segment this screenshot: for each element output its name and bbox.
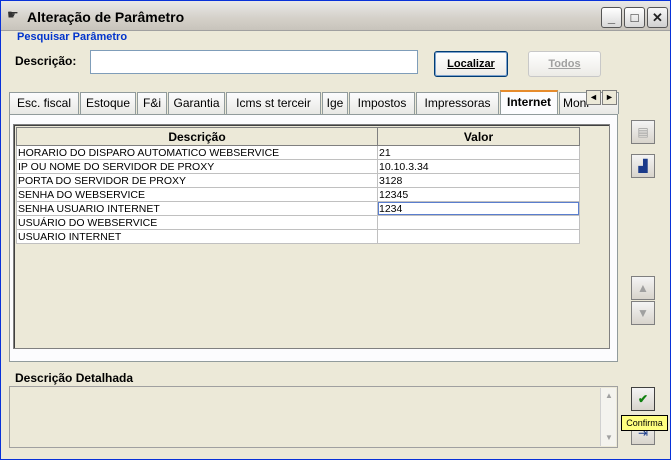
tab-scroll-left-button[interactable]: ◄ [586, 90, 601, 105]
table-row[interactable]: PORTA DO SERVIDOR DE PROXY 3128 [16, 173, 580, 188]
row-description[interactable]: SENHA DO WEBSERVICE [16, 187, 378, 202]
row-value[interactable]: 21 [377, 145, 580, 160]
tab-icms-st-terceir[interactable]: Icms st terceir [226, 92, 321, 114]
grid-icon[interactable]: ▤ [631, 120, 655, 144]
close-button[interactable]: ✕ [647, 7, 668, 28]
detail-textarea[interactable] [9, 386, 618, 448]
row-value[interactable]: 12345 [377, 187, 580, 202]
tab-internet[interactable]: Internet [500, 90, 558, 114]
row-description[interactable]: USUÁRIO DO WEBSERVICE [16, 215, 378, 230]
tab-strip: Esc. fiscal Estoque F&i Garantia Icms st… [9, 90, 621, 114]
minimize-button[interactable]: _ [601, 7, 622, 28]
row-value[interactable] [377, 229, 580, 244]
table-row[interactable]: SENHA USUARIO INTERNET 1234 [16, 201, 580, 216]
tab-ige[interactable]: Ige [322, 92, 348, 114]
scroll-up-arrow-icon[interactable]: ▲ [602, 389, 616, 403]
grid-header-row: Descrição Valor [16, 127, 580, 146]
row-value[interactable]: 10.10.3.34 [377, 159, 580, 174]
description-search-input[interactable] [90, 50, 418, 74]
hand-key-icon: ☛ [7, 7, 19, 22]
description-label: Descrição: [15, 54, 77, 68]
table-row[interactable]: USUARIO INTERNET [16, 229, 580, 244]
tab-fi[interactable]: F&i [137, 92, 167, 114]
detail-scrollbar[interactable]: ▲ ▼ [600, 388, 616, 446]
confirm-check-icon[interactable]: ✔ [631, 387, 655, 411]
tab-esc-fiscal[interactable]: Esc. fiscal [9, 92, 79, 114]
tab-garantia[interactable]: Garantia [168, 92, 225, 114]
table-row[interactable]: USUÁRIO DO WEBSERVICE [16, 215, 580, 230]
table-row[interactable]: IP OU NOME DO SERVIDOR DE PROXY 10.10.3.… [16, 159, 580, 174]
parameter-table: Descrição Valor HORARIO DO DISPARO AUTOM… [16, 127, 580, 244]
chart-icon[interactable]: ▟ [631, 154, 655, 178]
move-up-icon[interactable]: ▲ [631, 276, 655, 300]
header-description[interactable]: Descrição [16, 127, 378, 146]
row-description[interactable]: USUARIO INTERNET [16, 229, 378, 244]
row-description[interactable]: HORARIO DO DISPARO AUTOMATICO WEBSERVICE [16, 145, 378, 160]
table-row[interactable]: HORARIO DO DISPARO AUTOMATICO WEBSERVICE… [16, 145, 580, 160]
table-row[interactable]: SENHA DO WEBSERVICE 12345 [16, 187, 580, 202]
window-title: Alteração de Parâmetro [27, 9, 185, 25]
search-group-title: Pesquisar Parâmetro [17, 31, 128, 43]
tab-impostos[interactable]: Impostos [349, 92, 415, 114]
tab-scroll-right-button[interactable]: ► [602, 90, 617, 105]
row-value[interactable]: 3128 [377, 173, 580, 188]
maximize-button[interactable]: □ [624, 7, 645, 28]
row-description[interactable]: PORTA DO SERVIDOR DE PROXY [16, 173, 378, 188]
scroll-down-arrow-icon[interactable]: ▼ [602, 431, 616, 445]
row-description[interactable]: IP OU NOME DO SERVIDOR DE PROXY [16, 159, 378, 174]
localizar-button[interactable]: Localizar [434, 51, 508, 77]
main-window: ☛ Alteração de Parâmetro _ □ ✕ Pesquisar… [0, 0, 671, 460]
parameter-grid[interactable]: Descrição Valor HORARIO DO DISPARO AUTOM… [13, 124, 610, 349]
row-value[interactable] [377, 215, 580, 230]
confirm-tooltip: Confirma [621, 415, 668, 431]
move-down-icon[interactable]: ▼ [631, 301, 655, 325]
header-value[interactable]: Valor [377, 127, 580, 146]
row-description[interactable]: SENHA USUARIO INTERNET [16, 201, 378, 216]
title-bar[interactable]: ☛ Alteração de Parâmetro _ □ ✕ [1, 1, 670, 31]
todos-button[interactable]: Todos [528, 51, 601, 77]
tab-impressoras[interactable]: Impressoras [416, 92, 499, 114]
row-value-editing[interactable]: 1234 [377, 201, 580, 216]
detail-label: Descrição Detalhada [15, 371, 134, 385]
tab-estoque[interactable]: Estoque [80, 92, 136, 114]
